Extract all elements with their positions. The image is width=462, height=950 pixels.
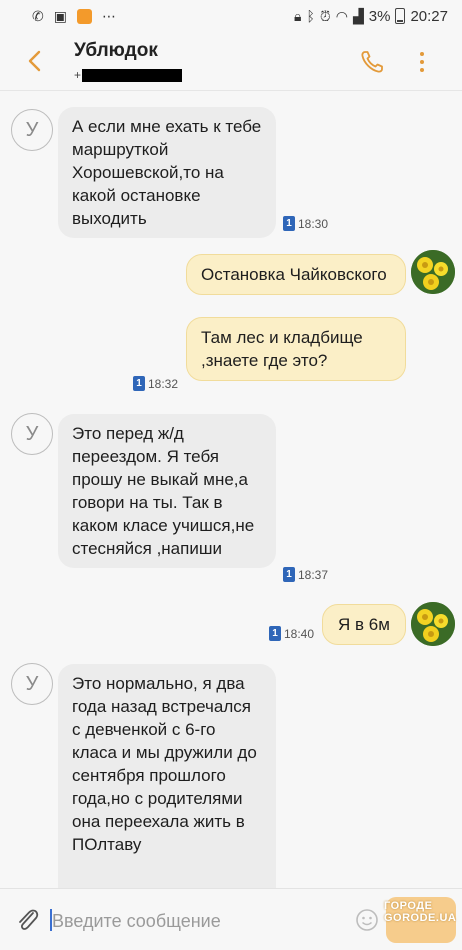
user-avatar[interactable] — [411, 602, 455, 646]
status-bar-notifications: ✆ ▣ ⋯ — [32, 8, 116, 24]
watermark: ГОРОДЕ GORODE.UA — [384, 900, 456, 924]
message-input[interactable] — [50, 903, 354, 939]
sim-icon: 1 — [283, 216, 295, 231]
battery-icon — [395, 8, 406, 24]
viber-icon: ✆ — [32, 8, 44, 24]
message-time: 18:40 — [284, 626, 315, 641]
header-divider — [0, 90, 462, 91]
smiley-icon — [356, 909, 378, 931]
gallery-icon: ▣ — [53, 8, 67, 24]
message-meta: 1 18:32 — [133, 376, 178, 391]
message-time: 18:30 — [298, 216, 329, 231]
message-bubble-outgoing[interactable]: Я в 6м — [322, 604, 406, 645]
wifi-icon: ◠ — [335, 8, 348, 24]
message-meta: 1 18:37 — [283, 567, 328, 582]
message-time: 18:37 — [298, 567, 329, 582]
contact-avatar[interactable]: У — [11, 663, 53, 705]
contact-number: + — [74, 68, 183, 82]
status-time: 20:27 — [410, 7, 448, 25]
call-button[interactable] — [356, 46, 388, 78]
message-bubble-outgoing[interactable]: Остановка Чайковского — [186, 254, 406, 295]
message-bubble-outgoing[interactable]: Там лес и кладбище ,знаете где это? — [186, 317, 406, 381]
status-bar-system: 🔒︎ ᛒ ⏰︎ ◠ ▟ 3% 20:27 — [294, 8, 448, 25]
sim-icon: 1 — [133, 376, 145, 391]
sim-icon: 1 — [269, 626, 281, 641]
sim-icon: 1 — [283, 567, 295, 582]
flowers-icon — [411, 250, 455, 294]
back-button[interactable] — [18, 44, 52, 78]
contact-avatar[interactable]: У — [11, 413, 53, 455]
signal-icon: ▟ — [352, 8, 364, 24]
conversation-header: Ублюдок + — [0, 32, 462, 90]
watermark-line1: ГОРОДЕ — [384, 900, 433, 912]
message-bubble-incoming[interactable]: А если мне ехать к тебе маршруткой Хорош… — [58, 107, 276, 238]
contact-number-prefix: + — [74, 68, 82, 82]
message-time: 18:32 — [148, 376, 179, 391]
more-options-button[interactable] — [412, 46, 432, 78]
app-notification-icon — [76, 8, 92, 24]
alarm-icon: ⏰︎ — [319, 8, 331, 24]
paperclip-icon — [19, 909, 39, 930]
more-dot-icon — [420, 60, 424, 64]
phone-icon — [361, 51, 383, 73]
text-cursor — [50, 909, 52, 931]
chevron-left-icon — [28, 50, 41, 72]
battery-percent: 3% — [368, 7, 391, 25]
contact-name[interactable]: Ублюдок — [74, 40, 158, 62]
contact-avatar[interactable]: У — [11, 109, 53, 151]
user-avatar[interactable] — [411, 250, 455, 294]
watermark-line2: GORODE.UA — [384, 912, 457, 924]
more-dot-icon — [420, 52, 424, 56]
message-bubble-incoming[interactable]: Это перед ж/д переездом. Я тебя прошу не… — [58, 414, 276, 568]
redacted-number — [82, 68, 183, 82]
message-bubble-incoming[interactable]: Это нормально, я два года назад встречал… — [58, 664, 276, 888]
status-bar: ✆ ▣ ⋯ 🔒︎ ᛒ ⏰︎ ◠ ▟ 3% 20:27 — [0, 0, 462, 32]
more-notifications-icon: ⋯ — [101, 8, 116, 24]
stickers-button[interactable] — [354, 907, 380, 933]
message-meta: 1 18:30 — [283, 216, 328, 231]
flowers-icon — [411, 602, 455, 646]
lock-icon: 🔒︎ — [293, 8, 302, 24]
more-dot-icon — [420, 68, 424, 72]
bluetooth-icon: ᛒ — [306, 8, 315, 24]
message-meta: 1 18:40 — [269, 626, 314, 641]
attach-button[interactable] — [14, 905, 42, 935]
